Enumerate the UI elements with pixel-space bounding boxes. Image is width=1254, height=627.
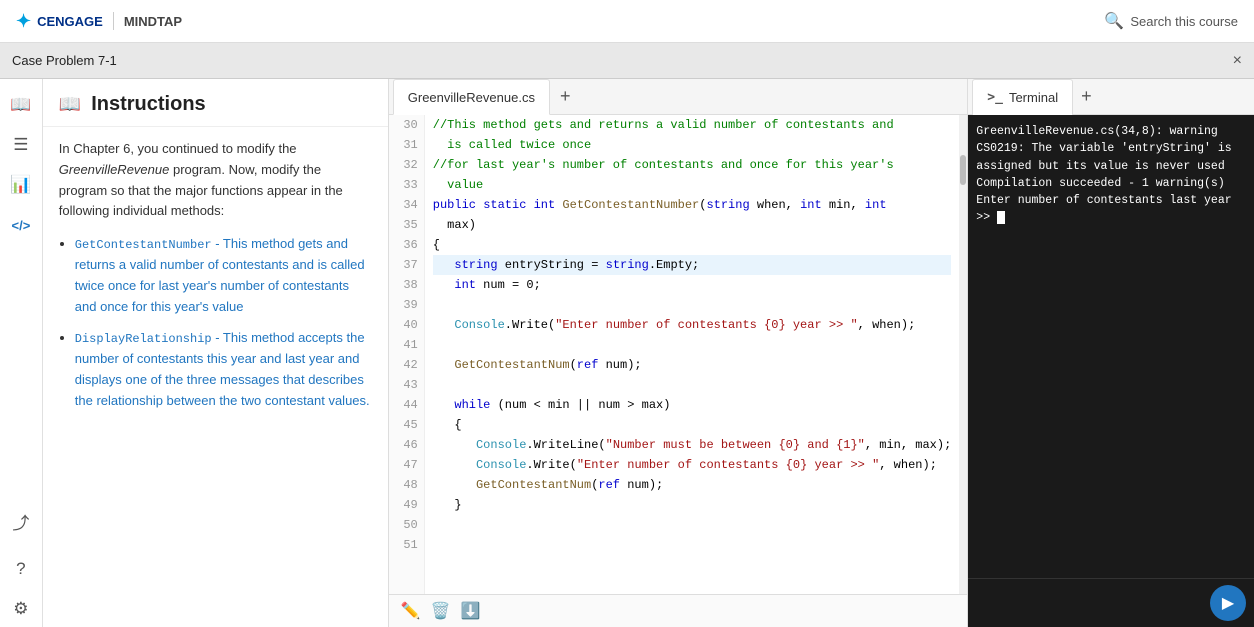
code-line-46: Console.WriteLine("Number must be betwee… <box>433 435 952 455</box>
list-item-get-contestant: GetContestantNumber - This method gets a… <box>75 234 372 318</box>
code-line-33: value <box>433 175 952 195</box>
sidebar-icons: 📖 ☰ 📊 </> ⤴ ? ⚙ <box>0 79 43 627</box>
trash-icon[interactable]: 🗑️ <box>431 601 451 621</box>
code-line-44: while (num < min || num > max) <box>433 395 952 415</box>
instructions-panel: 📖 Instructions In Chapter 6, you continu… <box>43 79 389 627</box>
instructions-body: In Chapter 6, you continued to modify th… <box>43 127 388 433</box>
code-lines[interactable]: //This method gets and returns a valid n… <box>425 115 960 594</box>
code-line-39 <box>433 295 952 315</box>
code-line-48: GetContestantNum(ref num); <box>433 475 952 495</box>
code-line-37: string entryString = string.Empty; <box>433 255 952 275</box>
code-line-43 <box>433 375 952 395</box>
sidebar-item-book[interactable]: 📖 <box>3 87 39 123</box>
terminal-tabs: >_ Terminal + <box>968 79 1254 115</box>
editor-area: GreenvilleRevenue.cs + 30 31 32 33 34 35… <box>389 79 968 627</box>
method-display-relationship: DisplayRelationship <box>75 332 212 346</box>
search-area[interactable]: 🔍 Search this course <box>1104 11 1238 31</box>
main-layout: 📖 ☰ 📊 </> ⤴ ? ⚙ 📖 Instructions In Chapte… <box>0 79 1254 627</box>
terminal-content: GreenvilleRevenue.cs(34,8): warning CS02… <box>968 115 1254 578</box>
code-line-34: public static int GetContestantNumber(st… <box>433 195 952 215</box>
instructions-intro: In Chapter 6, you continued to modify th… <box>59 139 372 222</box>
code-line-49: } <box>433 495 952 515</box>
code-line-32: //for last year's number of contestants … <box>433 155 952 175</box>
play-button[interactable]: ▶ <box>1210 585 1246 621</box>
scroll-thumb <box>960 155 966 185</box>
code-line-40: Console.Write("Enter number of contestan… <box>433 315 952 335</box>
download-icon[interactable]: ⬇️ <box>461 601 481 621</box>
play-icon: ▶ <box>1222 593 1234 613</box>
sidebar-item-settings[interactable]: ⚙ <box>3 591 39 627</box>
code-line-30: //This method gets and returns a valid n… <box>433 115 952 135</box>
code-line-35: max) <box>433 215 952 235</box>
editor-toolbar: ✏️ 🗑️ ⬇️ <box>389 594 968 627</box>
terminal-output: GreenvilleRevenue.cs(34,8): warning CS02… <box>976 125 1231 224</box>
instructions-header: 📖 Instructions <box>43 79 388 127</box>
sidebar-item-code[interactable]: </> <box>3 207 39 243</box>
sidebar-item-list[interactable]: ☰ <box>3 127 39 163</box>
cengage-text: CENGAGE <box>37 14 103 29</box>
pencil-icon[interactable]: ✏️ <box>401 601 421 621</box>
program-name-italic: GreenvilleRevenue <box>59 162 170 177</box>
code-line-36: { <box>433 235 952 255</box>
instructions-title: Instructions <box>91 93 205 116</box>
terminal-area: >_ Terminal + GreenvilleRevenue.cs(34,8)… <box>967 79 1254 627</box>
window-title: Case Problem 7-1 <box>12 53 117 68</box>
search-icon: 🔍 <box>1104 11 1124 31</box>
code-line-38: int num = 0; <box>433 275 952 295</box>
code-line-31: is called twice once <box>433 135 952 155</box>
mindtap-text: MINDTAP <box>124 14 182 29</box>
sidebar-item-share[interactable]: ⤴ <box>3 503 39 539</box>
window-bar: Case Problem 7-1 × <box>0 43 1254 79</box>
code-line-42: GetContestantNum(ref num); <box>433 355 952 375</box>
terminal-prompt-icon: >_ <box>987 90 1003 105</box>
terminal-play-area: ▶ <box>968 578 1254 627</box>
code-line-51 <box>433 535 952 555</box>
instructions-book-icon: 📖 <box>59 94 81 115</box>
list-item-display-relationship: DisplayRelationship - This method accept… <box>75 328 372 412</box>
topbar: ✦ CENGAGE MINDTAP 🔍 Search this course <box>0 0 1254 43</box>
sidebar-item-chart[interactable]: 📊 <box>3 167 39 203</box>
cengage-logo: ✦ CENGAGE <box>16 11 103 32</box>
sidebar-item-help[interactable]: ? <box>3 551 39 587</box>
topbar-left: ✦ CENGAGE MINDTAP <box>16 11 182 32</box>
method-get-contestant: GetContestantNumber <box>75 238 212 252</box>
scroll-indicator[interactable] <box>959 115 967 594</box>
editor-tabs: GreenvilleRevenue.cs + <box>389 79 968 115</box>
logo-divider <box>113 12 114 30</box>
terminal-tab[interactable]: >_ Terminal <box>972 79 1073 115</box>
terminal-tab-label: Terminal <box>1009 90 1058 105</box>
add-editor-tab-button[interactable]: + <box>552 82 579 111</box>
code-line-45: { <box>433 415 952 435</box>
editor-tab-label: GreenvilleRevenue.cs <box>408 90 535 105</box>
close-button[interactable]: × <box>1233 52 1242 70</box>
search-label: Search this course <box>1130 14 1238 29</box>
editor-tab-greenville[interactable]: GreenvilleRevenue.cs <box>393 79 550 115</box>
instructions-list: GetContestantNumber - This method gets a… <box>75 234 372 411</box>
code-line-50 <box>433 515 952 535</box>
code-content: 30 31 32 33 34 35 36 37 38 39 40 41 42 4… <box>389 115 968 594</box>
cengage-logo-icon: ✦ <box>16 11 31 32</box>
code-line-47: Console.Write("Enter number of contestan… <box>433 455 952 475</box>
line-numbers: 30 31 32 33 34 35 36 37 38 39 40 41 42 4… <box>389 115 425 594</box>
code-line-41 <box>433 335 952 355</box>
add-terminal-tab-button[interactable]: + <box>1073 82 1100 111</box>
